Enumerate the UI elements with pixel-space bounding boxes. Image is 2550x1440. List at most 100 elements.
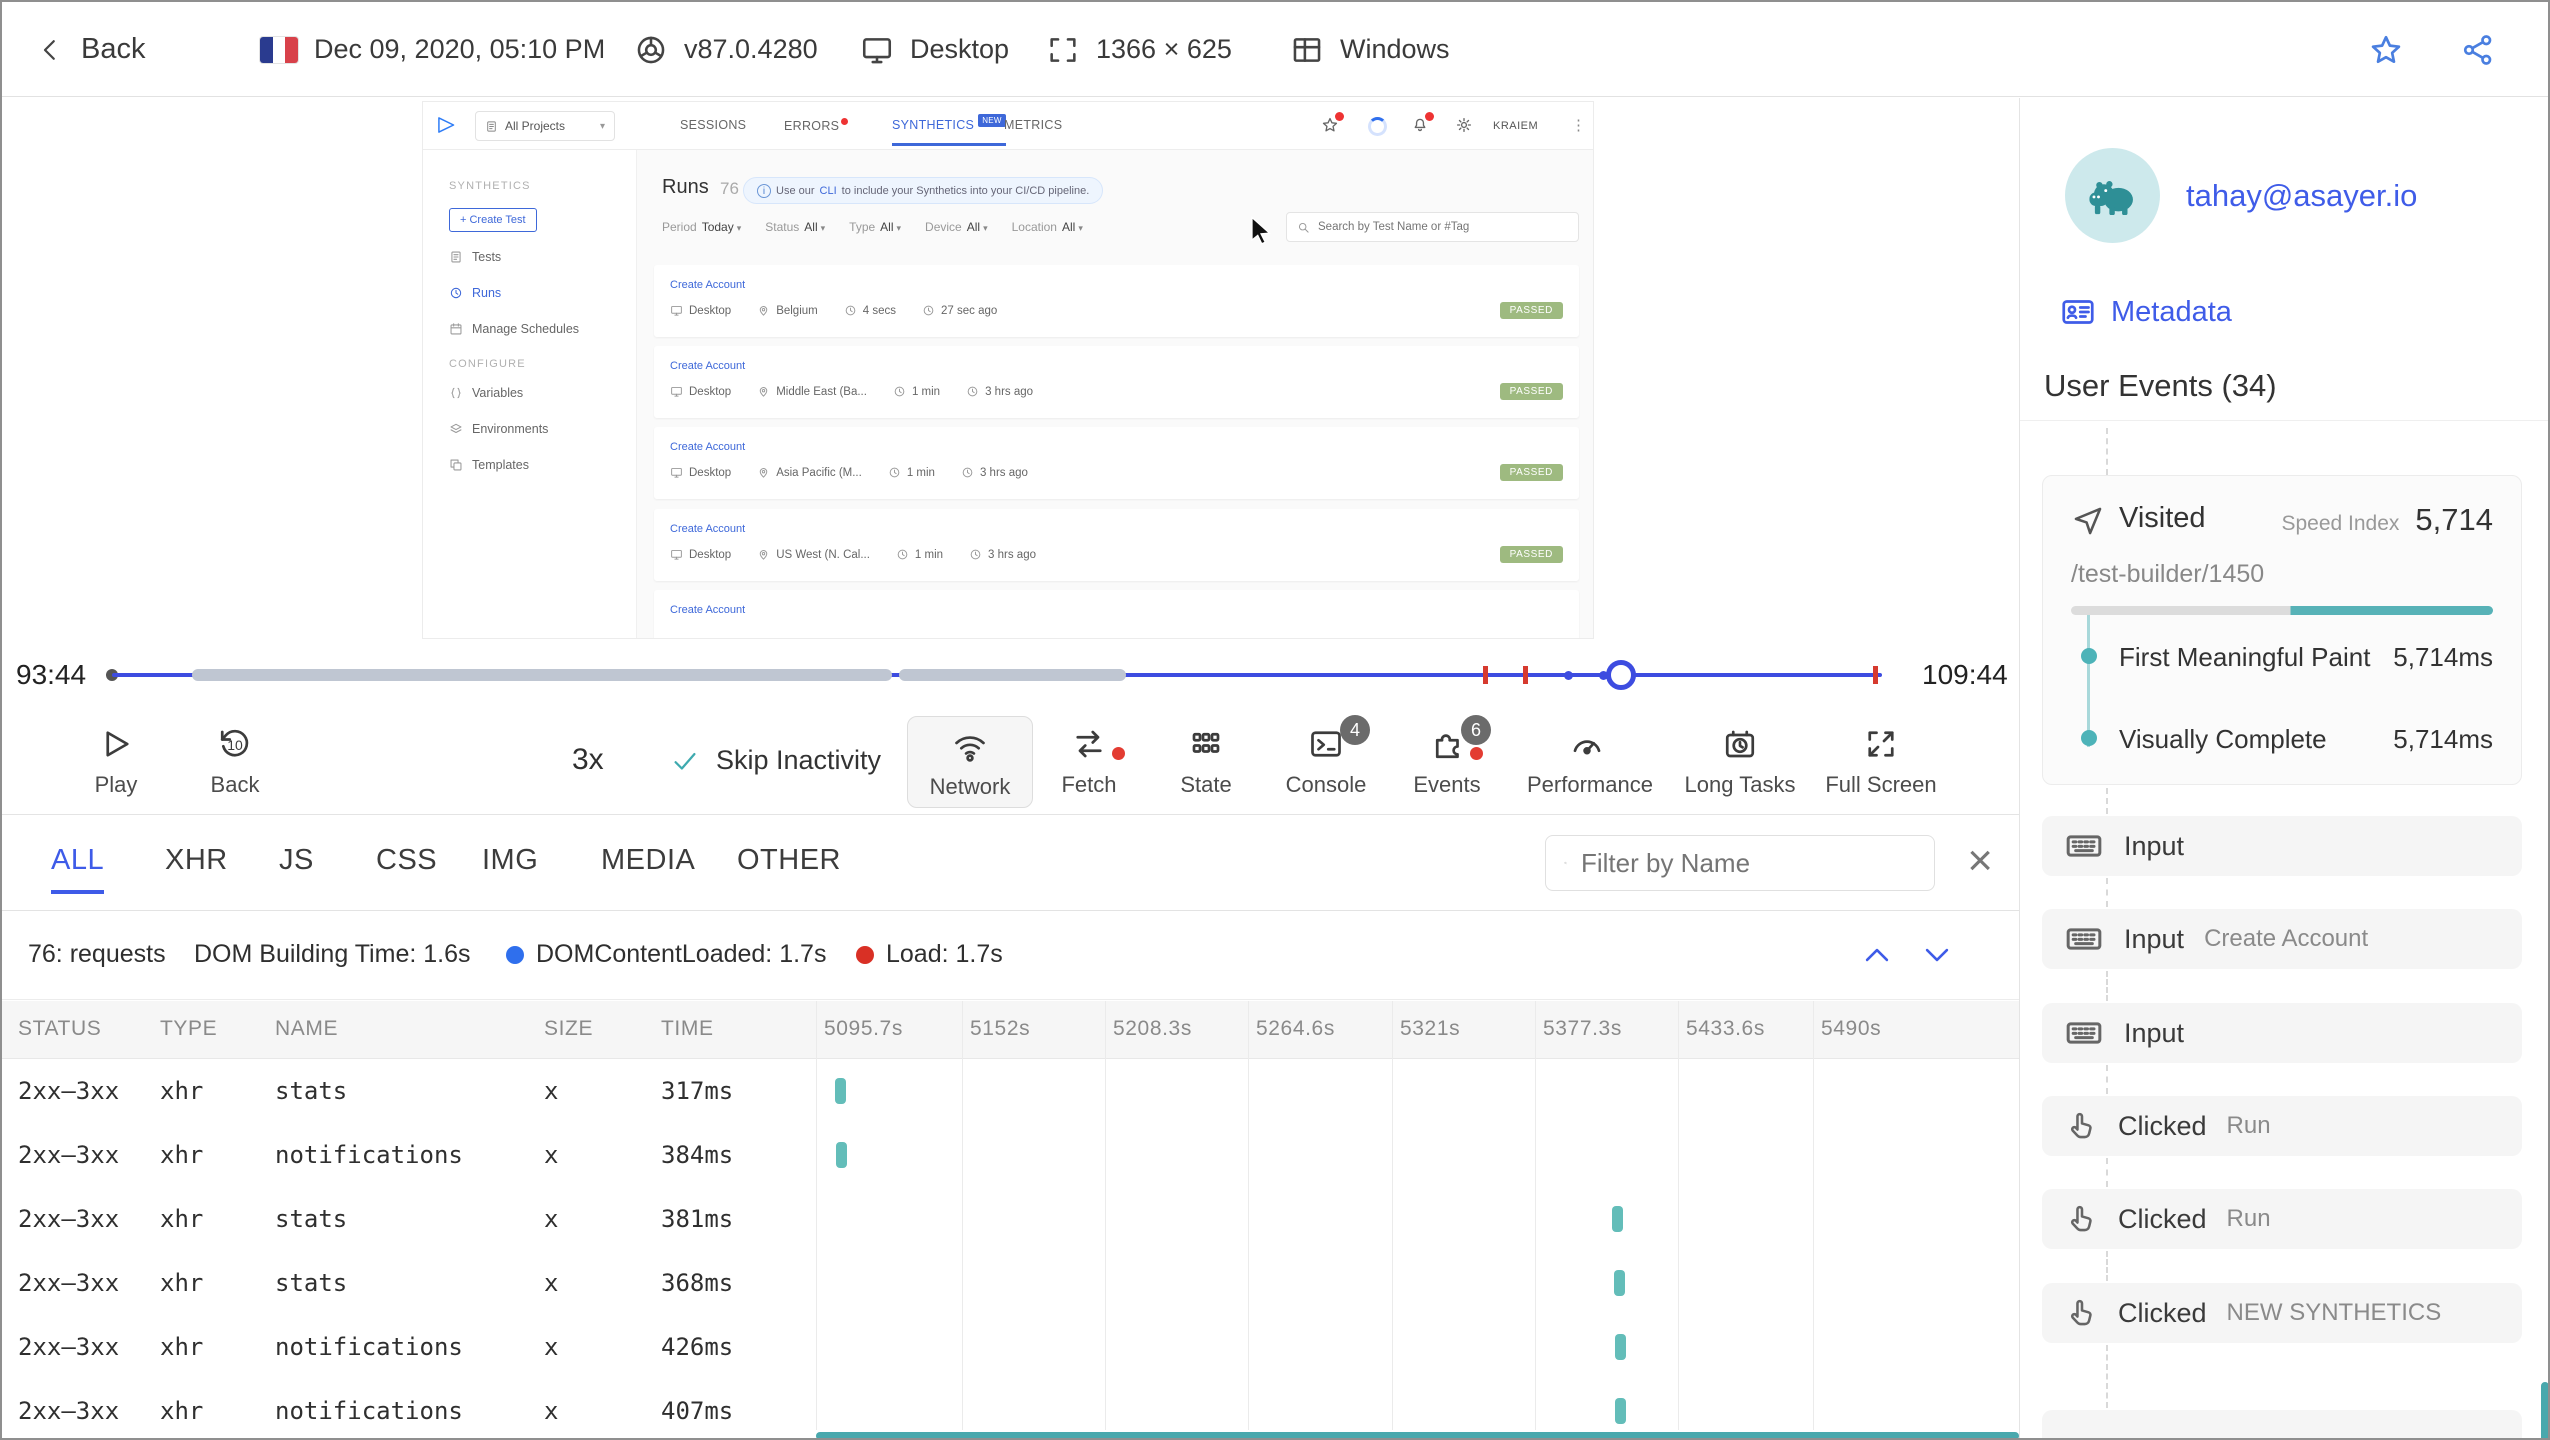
filter-location[interactable]: Location All ▾ xyxy=(1012,220,1083,234)
request-status: 2xx–3xx xyxy=(18,1397,120,1425)
events-panel-button[interactable]: 6 Events xyxy=(1387,715,1507,798)
tab-media[interactable]: MEDIA xyxy=(601,844,695,877)
cli-link[interactable]: CLI xyxy=(820,185,837,197)
rewards-button[interactable] xyxy=(1321,112,1344,134)
state-panel-button[interactable]: State xyxy=(1146,723,1266,798)
filter-by-name-field[interactable] xyxy=(1545,835,1935,891)
close-panel-button[interactable]: × xyxy=(1967,837,1993,885)
skip-inactivity-toggle[interactable]: Skip Inactivity xyxy=(670,745,881,776)
request-row[interactable]: 2xx–3xx xhr notifications x 426ms xyxy=(2,1315,2019,1379)
fmp-label: First Meaningful Paint xyxy=(2119,642,2371,672)
run-name-link[interactable]: Create Account xyxy=(670,279,745,291)
rewind-amount: 10 xyxy=(227,737,243,753)
visited-event-card[interactable]: Visited Speed Index 5,714 /test-builder/… xyxy=(2042,475,2522,785)
run-name-link[interactable]: Create Account xyxy=(670,523,745,535)
vertical-scrollbar[interactable] xyxy=(2541,1382,2548,1438)
sidebar-item-templates[interactable]: Templates xyxy=(449,458,636,472)
runs-search-input[interactable] xyxy=(1318,221,1568,233)
tab-other[interactable]: OTHER xyxy=(737,844,841,877)
metadata-button[interactable]: Metadata xyxy=(2060,294,2232,330)
speed-toggle[interactable]: 3x xyxy=(572,743,604,777)
tab-css[interactable]: CSS xyxy=(376,844,437,877)
run-card[interactable]: Create Account xyxy=(654,590,1579,638)
console-panel-button[interactable]: 4 Console xyxy=(1266,715,1386,798)
user-email: tahay@asayer.io xyxy=(2186,178,2418,213)
event-dot[interactable] xyxy=(1564,671,1573,680)
tab-img[interactable]: IMG xyxy=(482,844,538,877)
request-row[interactable]: 2xx–3xx xhr stats x 381ms xyxy=(2,1187,2019,1251)
chevron-down-icon: ▾ xyxy=(896,223,902,233)
share-icon xyxy=(2460,32,2496,68)
request-row[interactable]: 2xx–3xx xhr stats x 317ms xyxy=(2,1059,2019,1123)
event-marker[interactable] xyxy=(1873,666,1878,684)
notifications-button[interactable] xyxy=(1411,112,1434,134)
input-event-card[interactable]: Input xyxy=(2042,816,2522,876)
event-card-partial[interactable] xyxy=(2042,1410,2522,1438)
run-card[interactable]: Create Account Desktop Belgium 4 secs 27… xyxy=(654,265,1579,337)
tab-sessions[interactable]: SESSIONS xyxy=(680,118,746,132)
run-card[interactable]: Create Account Desktop US West (N. Cal..… xyxy=(654,509,1579,581)
jump-next-button chevron-down-icon[interactable] xyxy=(1920,938,1954,972)
tab-all[interactable]: ALL xyxy=(51,844,105,894)
tab-errors[interactable]: ERRORS xyxy=(784,118,849,133)
tab-metrics[interactable]: METRICS xyxy=(1004,118,1062,132)
sidebar-item-environments[interactable]: Environments xyxy=(449,422,636,436)
playhead[interactable] xyxy=(1606,660,1636,690)
input-event-card[interactable]: Input Create Account xyxy=(2042,909,2522,969)
sidebar-item-manage-schedules[interactable]: Manage Schedules xyxy=(449,322,636,336)
hippo-avatar-icon xyxy=(2084,167,2142,225)
full-screen-button[interactable]: Full Screen xyxy=(1821,723,1941,798)
filter-by-name-input[interactable] xyxy=(1581,847,1916,879)
long-tasks-panel-button[interactable]: Long Tasks xyxy=(1680,723,1800,798)
dom-building-time: DOM Building Time: 1.6s xyxy=(194,940,471,968)
user-menu[interactable]: KRAIEM xyxy=(1493,120,1538,132)
click-event-card[interactable]: Clicked Run xyxy=(2042,1096,2522,1156)
network-panel-button[interactable]: Network xyxy=(907,716,1033,808)
event-marker[interactable] xyxy=(1523,666,1528,684)
filter-device[interactable]: Device All ▾ xyxy=(925,220,988,234)
kebab-menu-icon[interactable]: ⋮ xyxy=(1571,116,1586,134)
sidebar-item-tests[interactable]: Tests xyxy=(449,250,636,264)
input-event-card[interactable]: Input xyxy=(2042,1003,2522,1063)
request-row[interactable]: 2xx–3xx xhr stats x 368ms xyxy=(2,1251,2019,1315)
filter-type[interactable]: Type All ▾ xyxy=(849,220,901,234)
filter-period[interactable]: Period Today ▾ xyxy=(662,220,741,234)
click-event-card[interactable]: Clicked Run xyxy=(2042,1189,2522,1249)
event-connector xyxy=(2106,1065,2108,1094)
horizontal-scrollbar[interactable] xyxy=(816,1432,2019,1438)
chevron-down-icon: ▾ xyxy=(820,223,826,233)
fetch-panel-button[interactable]: Fetch xyxy=(1029,723,1149,798)
run-card[interactable]: Create Account Desktop Asia Pacific (M..… xyxy=(654,427,1579,499)
run-name-link[interactable]: Create Account xyxy=(670,360,745,372)
tab-synthetics[interactable]: SYNTHETICS NEW xyxy=(892,114,1006,146)
sidebar-item-variables[interactable]: Variables xyxy=(449,386,636,400)
events-alert-dot xyxy=(1470,747,1483,760)
favorite-button[interactable] xyxy=(2368,2,2404,97)
create-test-button[interactable]: + Create Test xyxy=(449,208,537,232)
state-label: State xyxy=(1180,772,1232,797)
filter-status[interactable]: Status All ▾ xyxy=(765,220,825,234)
tab-js[interactable]: JS xyxy=(279,844,314,877)
sidebar-item-runs[interactable]: Runs xyxy=(449,286,636,300)
run-name-link[interactable]: Create Account xyxy=(670,604,745,616)
request-row[interactable]: 2xx–3xx xhr notifications x 384ms xyxy=(2,1123,2019,1187)
settings-button[interactable] xyxy=(1455,116,1473,134)
back-10s-button[interactable]: 10 Back xyxy=(175,723,295,798)
run-name-link[interactable]: Create Account xyxy=(670,441,745,453)
back-button[interactable]: Back xyxy=(35,2,145,97)
event-label: Input xyxy=(2124,830,2185,861)
player-timeline[interactable]: 93:44 109:44 xyxy=(2,642,2019,709)
event-value: Run xyxy=(2226,1112,2271,1139)
performance-panel-button[interactable]: Performance xyxy=(1527,723,1653,798)
run-card[interactable]: Create Account Desktop Middle East (Ba..… xyxy=(654,346,1579,418)
project-selector[interactable]: All Projects ▾ xyxy=(475,111,615,141)
click-event-card[interactable]: Clicked NEW SYNTHETICS xyxy=(2042,1283,2522,1343)
templates-label: Templates xyxy=(472,458,529,472)
runs-search[interactable] xyxy=(1286,212,1579,242)
request-row[interactable]: 2xx–3xx xhr notifications x 407ms xyxy=(2,1379,2019,1438)
jump-prev-button chevron-up-icon[interactable] xyxy=(1860,938,1894,972)
tab-xhr[interactable]: XHR xyxy=(165,844,228,877)
share-button[interactable] xyxy=(2460,2,2496,97)
event-marker[interactable] xyxy=(1483,666,1488,684)
play-button[interactable]: Play xyxy=(56,723,176,798)
